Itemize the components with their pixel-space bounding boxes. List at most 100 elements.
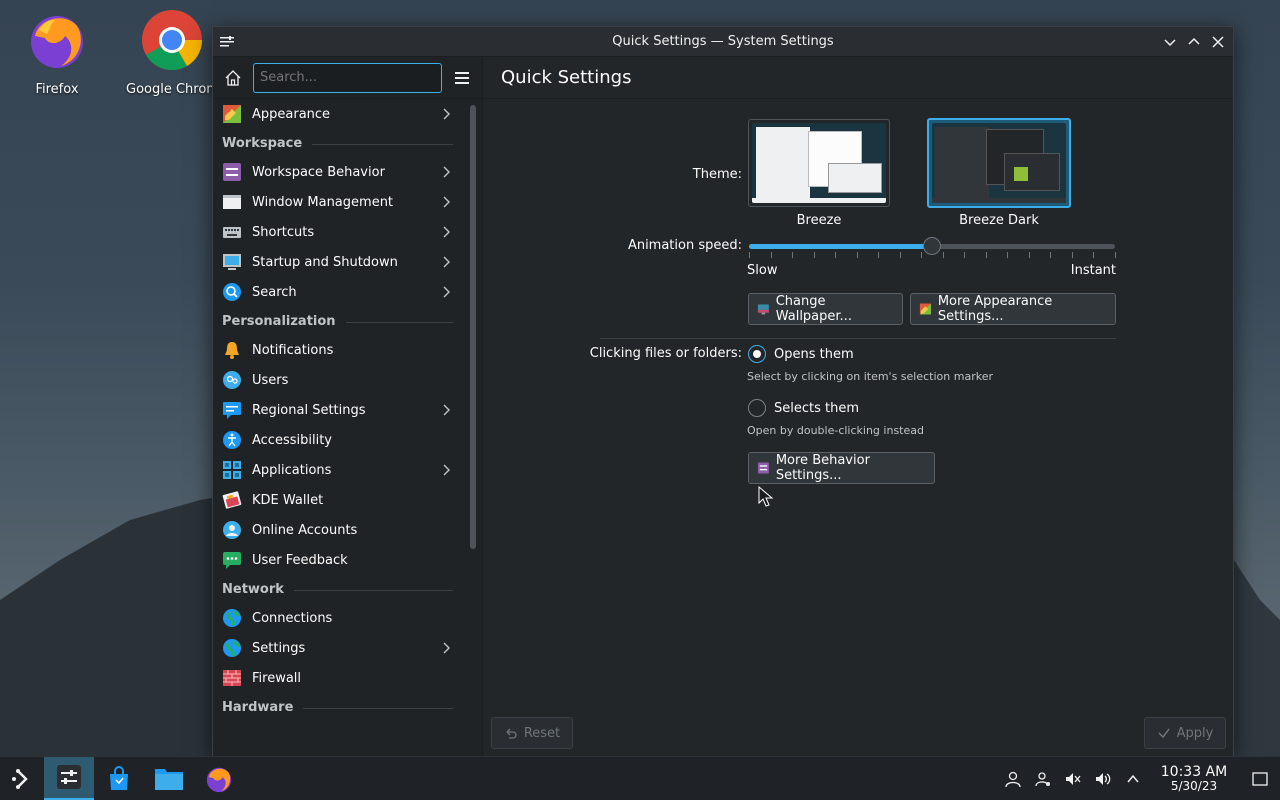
sidebar-item-label: KDE Wallet — [252, 492, 324, 508]
sidebar-item-workspace-behavior[interactable]: Workspace Behavior — [213, 157, 462, 187]
opens-them-hint: Select by clicking on item's selection m… — [747, 370, 993, 383]
sidebar-item-connections[interactable]: Connections — [213, 603, 462, 633]
home-button[interactable] — [221, 66, 245, 90]
section-separator — [600, 338, 1116, 339]
bell-icon — [225, 342, 239, 359]
desktop-icon-chrome[interactable]: Google Chrome — [118, 8, 218, 97]
slider-tick — [1071, 252, 1073, 258]
chevron-right-icon — [443, 286, 450, 298]
page-title: Quick Settings — [483, 57, 1233, 99]
feedback-icon — [223, 552, 241, 569]
sidebar-item-applications[interactable]: Applications — [213, 455, 462, 485]
sidebar-item-settings[interactable]: Settings — [213, 633, 462, 663]
breeze-preview — [752, 123, 886, 203]
slider-tick — [856, 252, 858, 258]
selects-them-option[interactable]: Selects them — [748, 399, 859, 417]
chevron-right-icon — [443, 108, 450, 120]
sidebar-item-shortcuts[interactable]: Shortcuts — [213, 217, 462, 247]
check-icon — [1158, 728, 1170, 739]
digital-clock[interactable]: 10:33 AM 5/30/23 — [1154, 765, 1234, 793]
sidebar-item-window-management[interactable]: Window Management — [213, 187, 462, 217]
sidebar-item-firewall[interactable]: Firewall — [213, 663, 462, 693]
speaker-icon — [1096, 773, 1111, 785]
sidebar-item-label: Regional Settings — [252, 402, 366, 418]
minimize-button[interactable] — [1161, 33, 1179, 51]
sidebar-heading-label: Personalization — [222, 313, 336, 329]
sidebar-item-accessibility[interactable]: Accessibility — [213, 425, 462, 455]
sidebar-item-label: Workspace Behavior — [252, 164, 385, 180]
network-status[interactable] — [1028, 757, 1058, 800]
sidebar-item-label: User Feedback — [252, 552, 348, 568]
window-management-icon — [223, 195, 241, 209]
desktop-icon-label: Firefox — [35, 82, 79, 97]
theme-label: Theme: — [692, 167, 742, 182]
chevron-right-icon — [443, 404, 450, 416]
sidebar-item-regional-settings[interactable]: Regional Settings — [213, 395, 462, 425]
more-appearance-button[interactable]: More Appearance Settings... — [910, 293, 1116, 325]
sidebar-item-appearance[interactable]: Appearance — [213, 99, 462, 129]
sidebar-item-label: Users — [252, 372, 289, 388]
home-icon — [225, 69, 241, 86]
heading-divider — [312, 143, 453, 145]
animation-speed-slider[interactable] — [749, 237, 1115, 255]
slider-tick — [1115, 252, 1116, 258]
more-behavior-button[interactable]: More Behavior Settings... — [748, 452, 935, 484]
wallet-icon — [222, 491, 242, 509]
audio-muted[interactable] — [1058, 757, 1088, 800]
window-title: Quick Settings — System Settings — [612, 34, 834, 49]
reset-button[interactable]: Reset — [491, 717, 573, 749]
accessibility-icon — [223, 431, 241, 449]
sidebar-item-label: Settings — [252, 640, 306, 656]
sidebar-item-user-feedback[interactable]: User Feedback — [213, 545, 462, 575]
maximize-button[interactable] — [1185, 33, 1203, 51]
sidebar-item-startup-and-shutdown[interactable]: Startup and Shutdown — [213, 247, 462, 277]
change-wallpaper-button[interactable]: Change Wallpaper... — [748, 293, 903, 325]
sidebar-scrollbar[interactable] — [470, 105, 476, 549]
taskbar-system-settings[interactable] — [44, 756, 94, 800]
regional-icon — [223, 402, 241, 419]
search-input[interactable] — [253, 62, 442, 93]
launcher-icon — [12, 768, 28, 789]
desktop-icon-label: Google Chrome — [126, 82, 218, 97]
slider-tick — [1050, 252, 1052, 258]
globe-icon — [223, 609, 241, 627]
sidebar-item-online-accounts[interactable]: Online Accounts — [213, 515, 462, 545]
chevron-right-icon — [443, 256, 450, 268]
tray-expander[interactable] — [1118, 757, 1148, 800]
show-desktop-button[interactable] — [1240, 757, 1280, 800]
sidebar-item-label: Shortcuts — [252, 224, 315, 240]
application-launcher-button[interactable] — [0, 757, 44, 800]
taskbar-discover[interactable] — [94, 757, 144, 800]
sidebar-item-kde-wallet[interactable]: KDE Wallet — [213, 485, 462, 515]
keyboard-icon — [223, 227, 241, 238]
theme-name-breeze-dark: Breeze Dark — [959, 213, 1039, 228]
hamburger-menu-button[interactable] — [450, 66, 474, 90]
more-appearance-label: More Appearance Settings... — [937, 294, 1053, 324]
theme-option-breeze[interactable] — [748, 119, 890, 207]
opens-them-option[interactable]: Opens them — [748, 345, 854, 363]
sidebar-item-label: Startup and Shutdown — [252, 254, 398, 270]
volume[interactable] — [1088, 757, 1118, 800]
taskbar-dolphin[interactable] — [144, 757, 194, 800]
sidebar-item-users[interactable]: Users — [213, 365, 462, 395]
user-network-icon — [1035, 772, 1050, 787]
sidebar-item-notifications[interactable]: Notifications — [213, 335, 462, 365]
firefox-icon — [206, 767, 232, 792]
title-bar[interactable]: Quick Settings — System Settings — [213, 27, 1233, 57]
theme-option-breeze-dark[interactable] — [927, 118, 1071, 208]
applications-icon — [223, 461, 241, 479]
selects-them-radio[interactable] — [748, 399, 766, 417]
selects-them-label: Selects them — [774, 400, 860, 416]
sidebar-item-search[interactable]: Search — [213, 277, 462, 307]
apply-button[interactable]: Apply — [1144, 717, 1226, 749]
slider-tick — [878, 252, 880, 258]
opens-them-radio[interactable] — [748, 345, 766, 363]
user-icon — [1005, 771, 1021, 788]
desktop-icon-firefox[interactable]: Firefox — [12, 8, 102, 97]
reset-label: Reset — [523, 725, 561, 741]
close-button[interactable] — [1209, 33, 1227, 51]
chevron-up-icon — [1127, 774, 1139, 783]
slider-tick — [1028, 252, 1030, 258]
taskbar-firefox[interactable] — [194, 757, 244, 800]
user-switcher[interactable] — [998, 757, 1028, 800]
